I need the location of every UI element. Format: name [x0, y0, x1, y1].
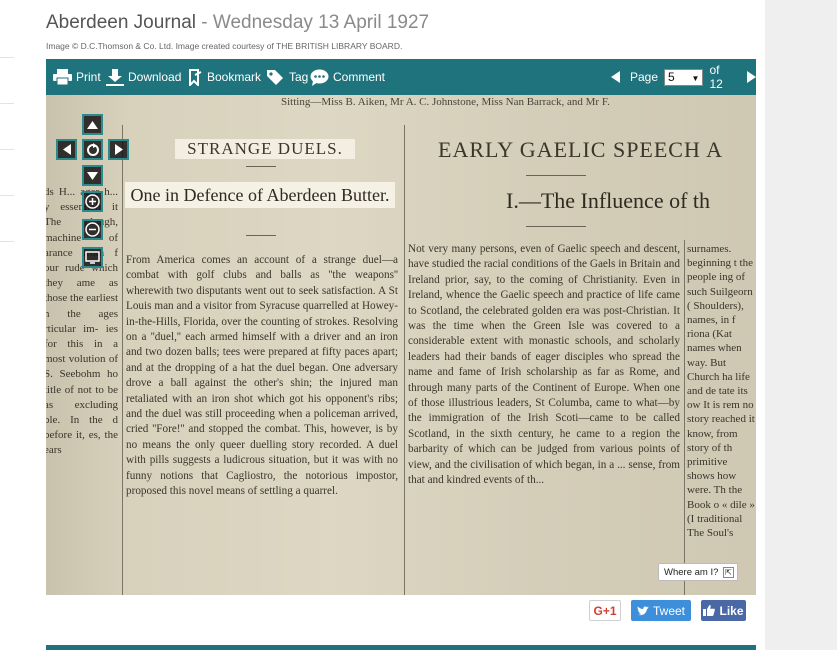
article-subheading-defence: One in Defence of Aberdeen Butter. [125, 182, 395, 208]
twitter-bird-icon [636, 606, 649, 615]
fullscreen-button[interactable] [82, 247, 103, 268]
comment-label: Comment [333, 70, 386, 84]
page-title: Aberdeen Journal - Wednesday 13 April 19… [46, 12, 429, 34]
comment-icon [310, 69, 329, 86]
comment-button[interactable]: Comment [310, 59, 385, 95]
page-label: Page [630, 70, 659, 84]
column-rule [404, 125, 405, 595]
arrow-down-icon [87, 171, 98, 180]
previous-page-button[interactable] [611, 71, 620, 83]
google-plus-label: G+1 [593, 603, 617, 618]
heading-rule [526, 226, 586, 227]
image-credit: Image © D.C.Thomson & Co. Ltd. Image cre… [46, 41, 403, 51]
bookmark-label: Bookmark [207, 70, 262, 84]
column-rule [684, 240, 685, 595]
newspaper-topline: Sitting—Miss B. Aiken, Mr A. C. Johnston… [281, 96, 610, 108]
where-am-i-button[interactable]: Where am I? ⇱ [658, 563, 738, 581]
article-heading-gaelic-speech: EARLY GAELIC SPEECH A [438, 137, 724, 162]
facebook-like-button[interactable]: Like [701, 600, 746, 621]
thumbs-up-icon [703, 605, 716, 616]
bookmark-button[interactable]: Bookmark [187, 59, 261, 95]
page-select-value: 5 [668, 70, 675, 84]
heading-rule [246, 235, 276, 236]
chevron-down-icon: ▼ [691, 73, 700, 83]
home-reset-icon [86, 142, 99, 156]
page: Aberdeen Journal - Wednesday 13 April 19… [0, 0, 837, 650]
article-body-gaelic-speech: Not very many persons, even of Gaelic sp… [408, 243, 680, 487]
newspaper-viewer[interactable]: Sitting—Miss B. Aiken, Mr A. C. Johnston… [46, 95, 756, 595]
article-heading-strange-duels: STRANGE DUELS. [175, 139, 355, 159]
zoom-in-button[interactable] [82, 191, 103, 212]
arrow-right-icon [114, 144, 123, 155]
printer-icon [53, 69, 72, 85]
page-select[interactable]: 5 ▼ [664, 68, 704, 86]
tag-icon [267, 69, 283, 85]
zoom-in-icon [85, 194, 100, 209]
page-total: of 12 [709, 63, 723, 91]
heading-rule [246, 166, 276, 167]
heading-rule [526, 175, 586, 176]
article-body-strange-duels: From America comes an account of a stran… [126, 254, 398, 498]
next-page-button[interactable] [747, 71, 756, 83]
viewer-toolbar: Print Download Bookmark Tag Comment Page… [46, 59, 756, 95]
print-button[interactable]: Print [53, 59, 101, 95]
tag-label: Tag [289, 70, 309, 84]
zoom-out-button[interactable] [82, 219, 103, 240]
right-side-panel [765, 0, 837, 650]
pan-down-button[interactable] [82, 165, 103, 186]
tweet-button[interactable]: Tweet [631, 600, 691, 621]
like-label: Like [719, 603, 744, 618]
google-plus-button[interactable]: G+1 [589, 600, 621, 621]
page-navigation: Page 5 ▼ of 12 [611, 59, 756, 95]
print-label: Print [76, 70, 101, 84]
title-separator: - [196, 12, 213, 33]
arrow-up-icon [87, 120, 98, 129]
pan-right-button[interactable] [108, 139, 129, 160]
reset-view-button[interactable] [82, 139, 103, 160]
fullscreen-icon [85, 251, 100, 264]
tweet-label: Tweet [652, 603, 685, 618]
newspaper-page-image[interactable]: Sitting—Miss B. Aiken, Mr A. C. Johnston… [46, 95, 756, 595]
pan-left-button[interactable] [56, 139, 77, 160]
pan-up-button[interactable] [82, 114, 103, 135]
right-column-fragment: surnames. beginning t the people ing of … [687, 243, 755, 540]
article-subheading-influence: I.—The Influence of th [506, 188, 711, 213]
publication-name: Aberdeen Journal [46, 12, 196, 33]
bookmark-icon [189, 68, 202, 86]
expand-icon: ⇱ [723, 567, 734, 578]
arrow-left-icon [62, 144, 71, 155]
zoom-pan-controls [56, 113, 131, 273]
zoom-out-icon [85, 222, 100, 237]
where-am-i-label: Where am I? [664, 566, 719, 578]
publication-date: Wednesday 13 April 1927 [212, 12, 430, 33]
download-label: Download [128, 70, 182, 84]
tag-button[interactable]: Tag [266, 59, 308, 95]
download-button[interactable]: Download [106, 59, 181, 95]
footer-bar [46, 645, 756, 650]
download-icon [106, 68, 124, 86]
